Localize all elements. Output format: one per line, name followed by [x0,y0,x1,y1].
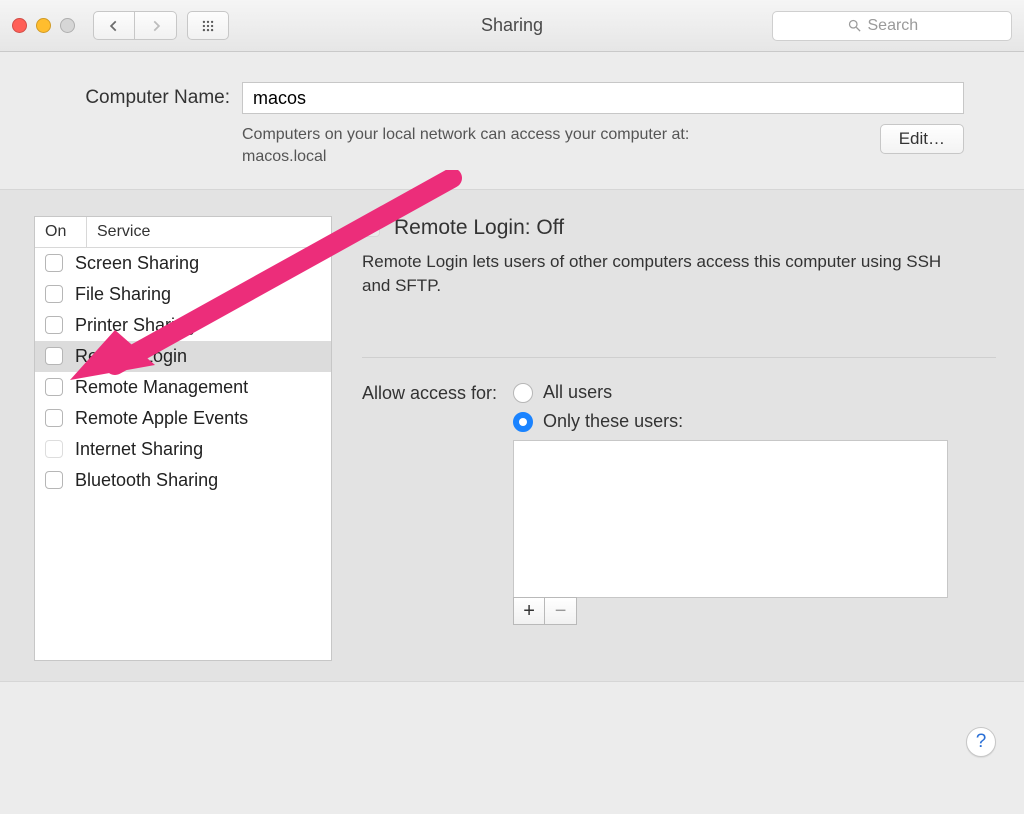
allow-access-label: Allow access for: [362,382,497,625]
forward-button[interactable] [135,11,177,40]
remote-login-master-checkbox[interactable] [362,219,380,237]
chevron-left-icon [107,19,121,33]
service-checkbox[interactable] [45,285,63,303]
radio-only-users[interactable] [513,412,533,432]
main-content: On Service Screen Sharing File Sharing Pri… [0,190,1024,681]
computer-name-label: Computer Name: [60,87,230,109]
edit-hostname-button[interactable]: Edit… [880,124,964,154]
column-on[interactable]: On [35,217,87,247]
service-row-remote-login[interactable]: Remote Login [35,341,331,372]
service-label: Remote Apple Events [75,408,248,429]
radio-all-users-label: All users [543,382,612,403]
chevron-right-icon [149,19,163,33]
toolbar: Sharing [0,0,1024,52]
service-label: Bluetooth Sharing [75,470,218,491]
help-icon: ? [976,731,987,753]
service-row-bluetooth-sharing[interactable]: Bluetooth Sharing [35,465,331,496]
service-label: Remote Management [75,377,248,398]
show-all-button[interactable] [187,11,229,40]
radio-all-users[interactable] [513,383,533,403]
computer-name-section: Computer Name: Computers on your local n… [0,52,1024,190]
computer-name-help: Computers on your local network can acce… [242,124,868,169]
minimize-window-button[interactable] [36,18,51,33]
allowed-users-list[interactable] [513,440,948,598]
window-controls [12,18,75,33]
service-label: Printer Sharing [75,315,195,336]
service-checkbox[interactable] [45,471,63,489]
grid-icon [201,19,215,33]
user-add-remove: + − [513,597,948,625]
service-row-file-sharing[interactable]: File Sharing [35,279,331,310]
toolbar-search[interactable] [772,11,1012,41]
service-label: Remote Login [75,346,187,367]
service-checkbox[interactable] [45,347,63,365]
zoom-window-button[interactable] [60,18,75,33]
service-row-printer-sharing[interactable]: Printer Sharing [35,310,331,341]
remove-user-button[interactable]: − [545,597,577,625]
back-button[interactable] [93,11,135,40]
service-label: Screen Sharing [75,253,199,274]
service-row-internet-sharing[interactable]: Internet Sharing [35,434,331,465]
help-button[interactable]: ? [966,727,996,757]
bottom-bar: ? [0,681,1024,791]
add-user-button[interactable]: + [513,597,545,625]
service-row-remote-management[interactable]: Remote Management [35,372,331,403]
service-detail: Remote Login: Off Remote Login lets user… [362,216,996,661]
search-input[interactable] [868,17,938,35]
computer-name-input[interactable] [242,82,964,114]
nav-segment [93,11,177,40]
remote-login-status: Remote Login: Off [394,216,564,240]
service-row-screen-sharing[interactable]: Screen Sharing [35,248,331,279]
service-list: On Service Screen Sharing File Sharing Pri… [34,216,332,661]
service-checkbox[interactable] [45,316,63,334]
service-checkbox[interactable] [45,409,63,427]
remote-login-description: Remote Login lets users of other compute… [362,250,972,298]
service-label: File Sharing [75,284,171,305]
close-window-button[interactable] [12,18,27,33]
divider [362,357,996,358]
radio-only-users-label: Only these users: [543,411,683,432]
service-label: Internet Sharing [75,439,203,460]
service-checkbox[interactable] [45,254,63,272]
service-checkbox[interactable] [45,440,63,458]
service-row-remote-apple-events[interactable]: Remote Apple Events [35,403,331,434]
service-checkbox[interactable] [45,378,63,396]
column-service[interactable]: Service [87,217,331,247]
service-list-header: On Service [35,217,331,248]
search-icon [847,18,862,33]
